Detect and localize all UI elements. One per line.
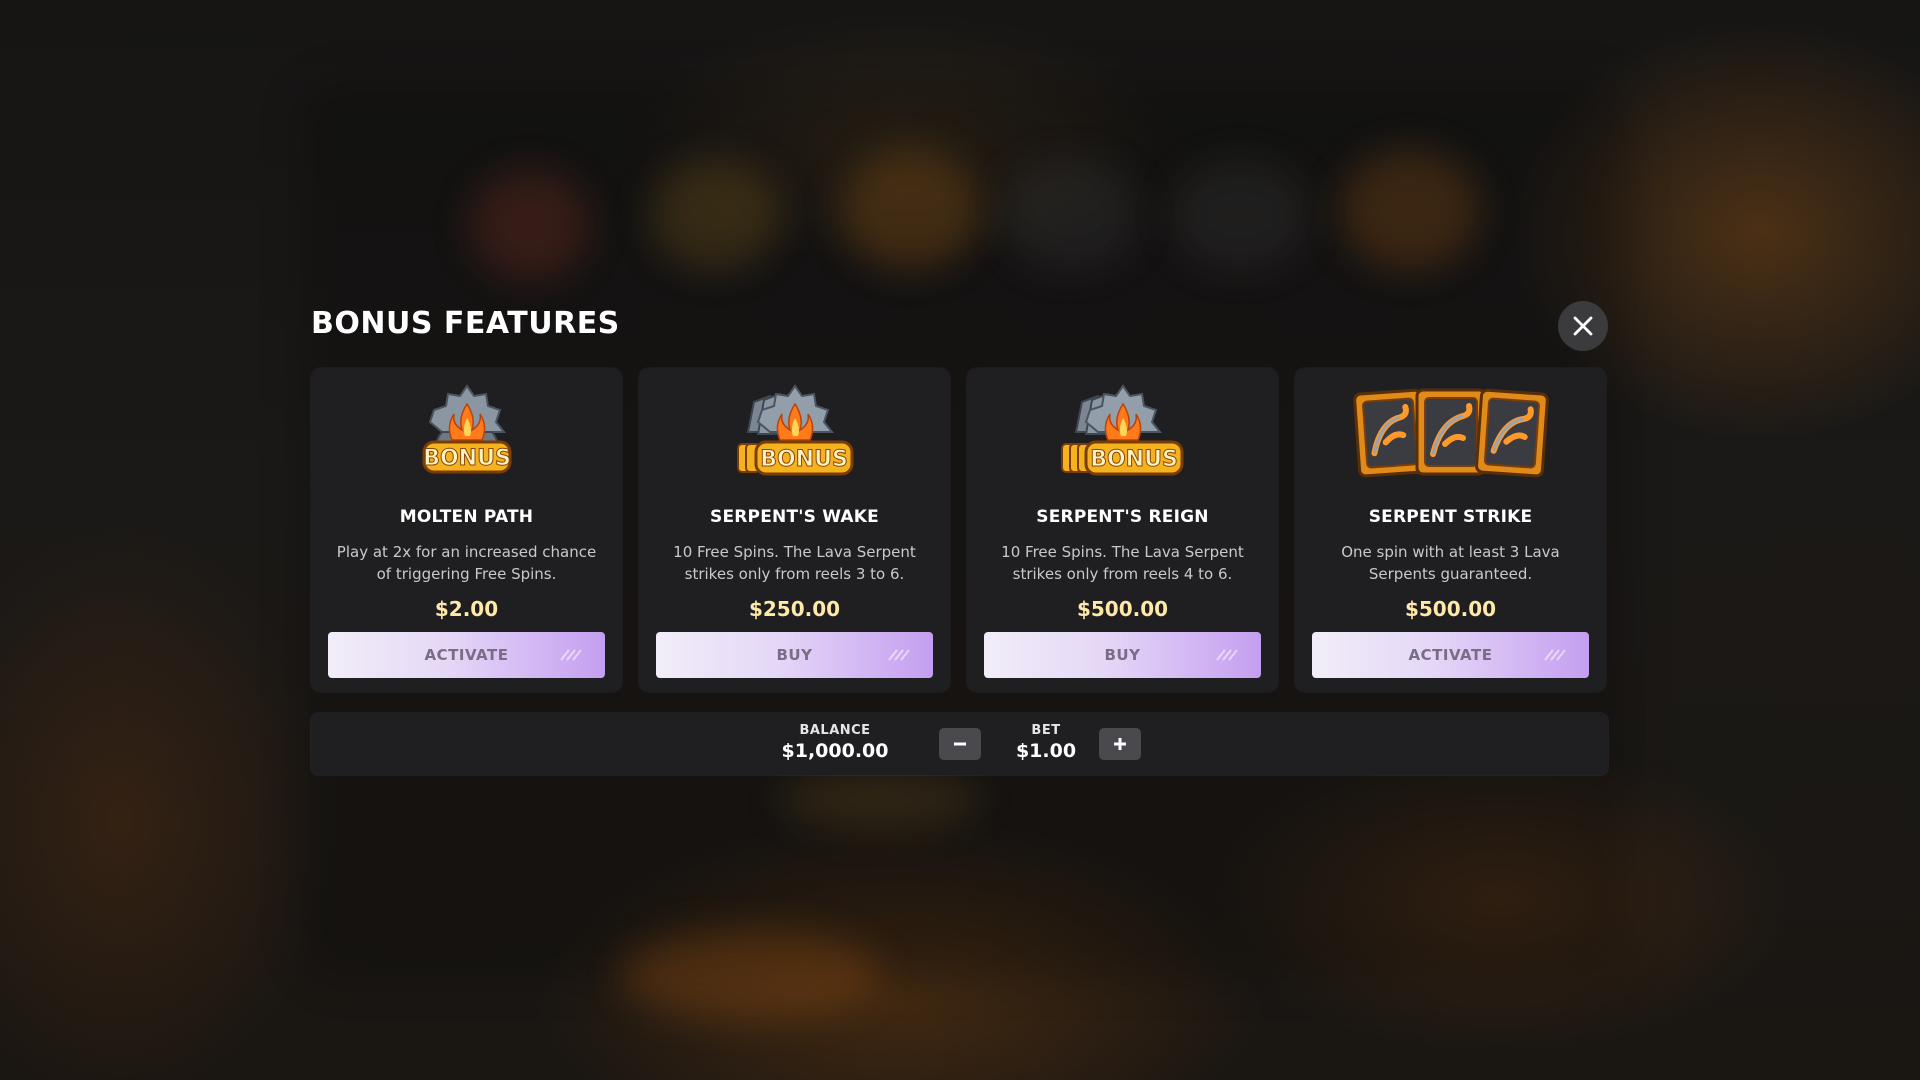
- feature-art: BONUS: [967, 382, 1278, 476]
- feature-price: $2.00: [434, 597, 499, 621]
- bonus-feature-list: BONUS MOLTEN PATH Play at 2x for an incr…: [311, 368, 1608, 692]
- feature-art: BONUS: [639, 382, 950, 476]
- feature-description: 10 Free Spins. The Lava Serpent strikes …: [1001, 543, 1244, 583]
- close-button[interactable]: [1558, 301, 1608, 351]
- feature-card-serpents-wake: BONUS SERPENT'S WAKE 10 Free Spins. The …: [639, 368, 950, 692]
- button-label: ACTIVATE: [1408, 646, 1493, 664]
- feature-price: $500.00: [1076, 597, 1169, 621]
- modal-title: BONUS FEATURES: [311, 306, 620, 341]
- background-glow: [470, 170, 590, 280]
- feature-art: [1295, 382, 1606, 478]
- buy-button[interactable]: BUY: [984, 632, 1261, 678]
- bet-bar: BALANCE $1,000.00 BET $1.00: [311, 713, 1608, 775]
- balance-value: $1,000.00: [781, 740, 889, 762]
- feature-art: BONUS: [311, 382, 622, 474]
- feature-price: $500.00: [1404, 597, 1497, 621]
- feature-card-serpent-strike: SERPENT STRIKE One spin with at least 3 …: [1295, 368, 1606, 692]
- increase-bet-button[interactable]: [1099, 728, 1141, 760]
- feature-card-molten-path: BONUS MOLTEN PATH Play at 2x for an incr…: [311, 368, 622, 692]
- feature-description: One spin with at least 3 Lava Serpents g…: [1341, 543, 1560, 583]
- button-label: BUY: [776, 646, 813, 664]
- minus-icon: [954, 742, 966, 746]
- feature-description: Play at 2x for an increased chance of tr…: [336, 543, 597, 583]
- single-bonus-badge-icon: BONUS: [422, 384, 511, 474]
- background-glow: [650, 160, 780, 270]
- background-glow: [620, 930, 880, 1020]
- bet-value: $1.00: [1015, 740, 1077, 762]
- background-glow: [1340, 150, 1480, 270]
- buy-button[interactable]: BUY: [656, 632, 933, 678]
- sparkle-icon: [1216, 649, 1238, 661]
- feature-description: 10 Free Spins. The Lava Serpent strikes …: [673, 543, 916, 583]
- background-glow: [840, 150, 980, 270]
- close-icon: [1573, 316, 1593, 336]
- sparkle-icon: [560, 649, 582, 661]
- stacked-bonus-badge-icon: BONUS: [736, 384, 853, 476]
- activate-button[interactable]: ACTIVATE: [328, 632, 605, 678]
- balance-label: BALANCE: [799, 723, 871, 738]
- button-label: ACTIVATE: [424, 646, 509, 664]
- svg-text:BONUS: BONUS: [760, 447, 848, 472]
- feature-name: SERPENT'S WAKE: [710, 507, 879, 527]
- feature-card-serpents-reign: BONUS SERPENT'S REIGN 10 Free Spins. The…: [967, 368, 1278, 692]
- feature-name: SERPENT'S REIGN: [1036, 507, 1209, 527]
- bet-display: BET $1.00: [1001, 723, 1091, 762]
- background-glow: [1000, 160, 1140, 270]
- background-glow: [1170, 160, 1310, 270]
- svg-text:BONUS: BONUS: [1090, 447, 1178, 472]
- sparkle-icon: [888, 649, 910, 661]
- activate-button[interactable]: ACTIVATE: [1312, 632, 1589, 678]
- sparkle-icon: [1544, 649, 1566, 661]
- button-label: BUY: [1104, 646, 1141, 664]
- bet-label: BET: [1031, 723, 1061, 738]
- background-glow: [780, 770, 980, 830]
- balance-display: BALANCE $1,000.00: [765, 723, 905, 762]
- stacked-bonus-badge-icon: BONUS: [1060, 384, 1183, 476]
- three-serpent-tiles-icon: [1352, 388, 1549, 478]
- svg-text:BONUS: BONUS: [423, 446, 511, 471]
- feature-name: SERPENT STRIKE: [1368, 507, 1533, 527]
- feature-name: MOLTEN PATH: [399, 507, 534, 527]
- feature-price: $250.00: [748, 597, 841, 621]
- plus-icon: [1114, 738, 1126, 750]
- decrease-bet-button[interactable]: [939, 728, 981, 760]
